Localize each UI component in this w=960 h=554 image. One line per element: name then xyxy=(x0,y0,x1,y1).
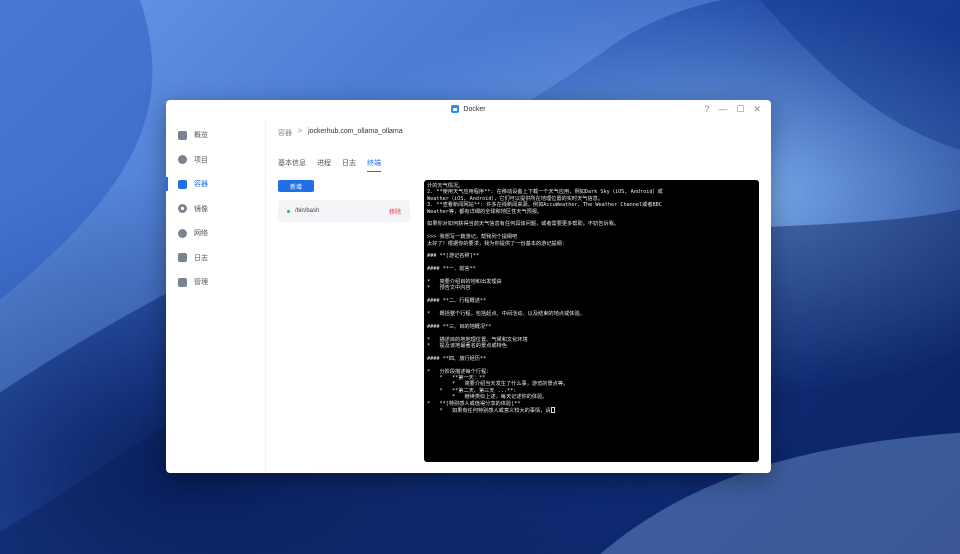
window-title: Docker xyxy=(451,105,486,113)
log-icon xyxy=(178,253,187,263)
sidebar-item-label: 网络 xyxy=(194,230,208,238)
sidebar-item-log[interactable]: 日志 xyxy=(166,246,265,271)
terminal-output[interactable]: 计的天气情况。 2. **使用天气应用程序**: 在移动设备上下载一个天气应用，例… xyxy=(424,180,759,462)
maximize-icon[interactable]: ☐ xyxy=(736,103,744,115)
sidebar-item-network[interactable]: 网络 xyxy=(166,221,265,246)
sidebar-item-label: 容器 xyxy=(194,181,208,189)
status-dot xyxy=(287,209,290,213)
sidebar-item-overview[interactable]: 概览 xyxy=(166,123,265,148)
image-icon xyxy=(178,204,187,214)
overview-icon xyxy=(178,130,187,140)
sidebar-item-container[interactable]: 容器 xyxy=(166,172,265,197)
docker-window: Docker ? — ☐ ✕ 概览 项目 容器 镜像 网络 日志 管理 容器 >… xyxy=(166,100,771,473)
breadcrumb-separator: > xyxy=(298,128,303,135)
remove-session-button[interactable]: 移除 xyxy=(389,207,401,216)
project-icon xyxy=(178,155,187,165)
window-title-text: Docker xyxy=(463,105,486,113)
main-content: 容器 > jockerhub.com_ollama_ollama 基本信息 进程… xyxy=(266,118,771,473)
manage-icon xyxy=(178,277,187,287)
breadcrumb-current: jockerhub.com_ollama_ollama xyxy=(308,128,403,135)
terminal-cursor xyxy=(550,407,555,414)
sidebar-item-label: 概览 xyxy=(194,132,208,140)
sidebar-item-manage[interactable]: 管理 xyxy=(166,270,265,295)
sidebar-item-label: 项目 xyxy=(194,156,208,164)
window-controls: ? — ☐ ✕ xyxy=(704,103,761,115)
close-icon[interactable]: ✕ xyxy=(753,103,761,115)
sidebar-item-label: 管理 xyxy=(194,279,208,287)
tab-log[interactable]: 日志 xyxy=(342,158,356,172)
container-icon xyxy=(178,179,187,189)
session-name: /bin/bash xyxy=(295,208,320,214)
help-icon[interactable]: ? xyxy=(704,103,709,115)
tab-process[interactable]: 进程 xyxy=(317,158,331,172)
title-bar: Docker ? — ☐ ✕ xyxy=(166,100,771,118)
sidebar-item-label: 日志 xyxy=(194,254,208,262)
tab-terminal[interactable]: 终端 xyxy=(367,158,381,172)
terminal-line: * 如果有任何特别感人或意义较大的事情，请 xyxy=(427,407,756,414)
breadcrumb-parent[interactable]: 容器 xyxy=(278,128,292,138)
docker-app-icon xyxy=(451,105,460,113)
sidebar: 概览 项目 容器 镜像 网络 日志 管理 xyxy=(166,118,266,473)
sidebar-item-image[interactable]: 镜像 xyxy=(166,197,265,222)
sidebar-item-label: 镜像 xyxy=(194,205,208,213)
breadcrumb: 容器 > jockerhub.com_ollama_ollama xyxy=(278,128,403,138)
network-icon xyxy=(178,228,187,238)
sidebar-item-project[interactable]: 项目 xyxy=(166,148,265,173)
terminal-session-item[interactable]: /bin/bash 移除 xyxy=(278,200,410,222)
minimize-icon[interactable]: — xyxy=(718,103,727,115)
add-session-button[interactable]: 新增 xyxy=(278,180,314,192)
tab-bar: 基本信息 进程 日志 终端 xyxy=(278,158,381,172)
tab-basic-info[interactable]: 基本信息 xyxy=(278,158,306,172)
